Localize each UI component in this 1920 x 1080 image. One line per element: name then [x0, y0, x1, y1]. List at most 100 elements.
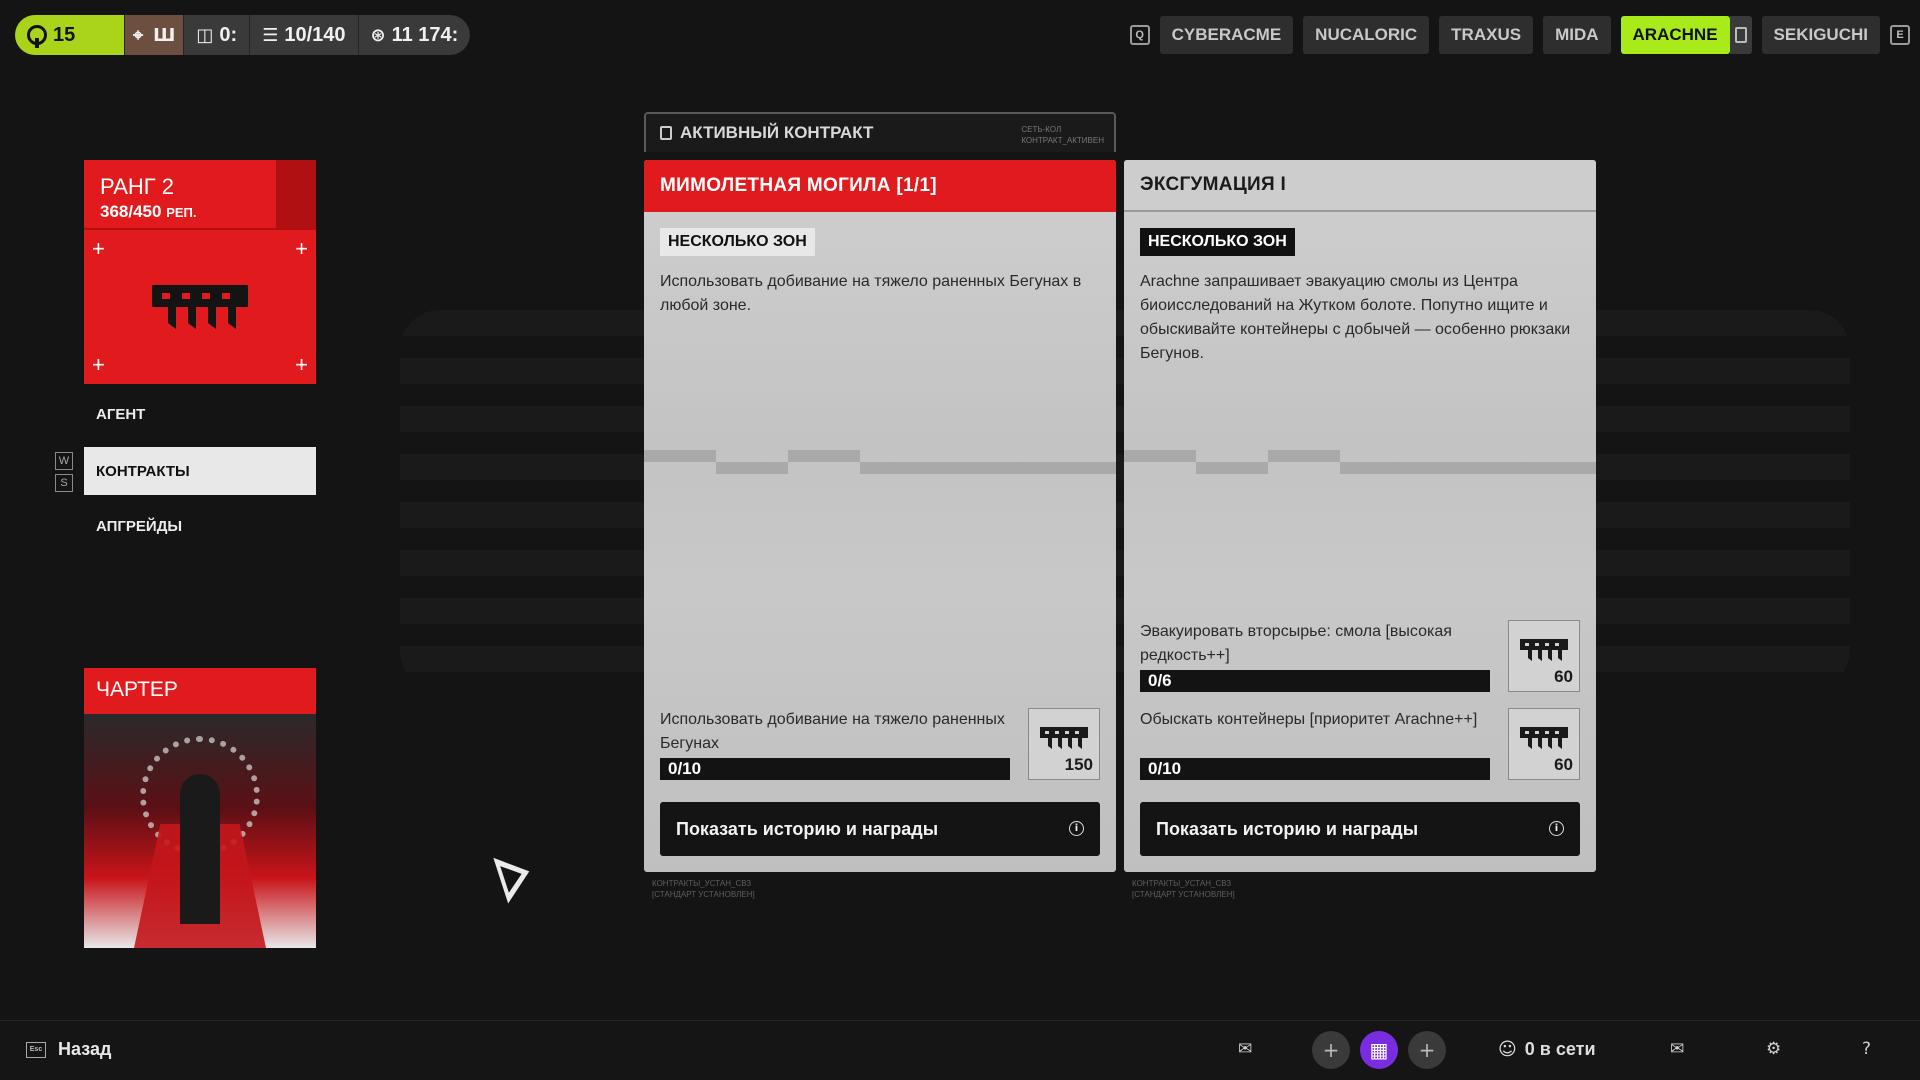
rank-card: РАНГ 2 368/450 РЕП. + + + +	[84, 160, 316, 384]
faction-tab-mida[interactable]: MIDA	[1543, 16, 1611, 54]
contract-task: Использовать добивание на тяжело раненны…	[660, 708, 1100, 780]
level-value: 15	[53, 23, 76, 46]
settings-gear-icon[interactable]: ⚙	[1766, 1039, 1781, 1059]
friends-online[interactable]: ☺ 0 в сети	[1498, 1039, 1596, 1060]
active-contract-meta: СЕТЬ-КОЛ КОНТРАКТ_АКТИВЕН	[1021, 124, 1104, 146]
footnote-line: [СТАНДАРТ УСТАНОВЛЕН]	[652, 890, 755, 899]
contract-description: Использовать добивание на тяжело раненны…	[660, 273, 1082, 314]
nav-key-down: S	[55, 474, 73, 492]
bag-stat[interactable]: ◫ 0:	[184, 15, 251, 55]
active-contract-label: АКТИВНЫЙ КОНТРАКТ СЕТЬ-КОЛ КОНТРАКТ_АКТИ…	[644, 112, 1116, 152]
party-slot-empty[interactable]: +	[1312, 1031, 1350, 1069]
show-history-label: Показать историю и награды	[1156, 818, 1419, 839]
nav-key-up: W	[55, 452, 73, 470]
arachne-logo-icon	[1520, 639, 1568, 661]
faction-tab-cyberacme[interactable]: CYBERACME	[1159, 16, 1294, 54]
card-footnote: КОНТРАКТЫ_УСТАН_СВЗ [СТАНДАРТ УСТАНОВЛЕН…	[652, 878, 755, 900]
reward-box: 60	[1508, 708, 1580, 780]
credits-icon: ⊛	[370, 24, 386, 46]
rank-emblem: + + + +	[84, 230, 316, 384]
prev-faction-key[interactable]: Q	[1129, 25, 1150, 45]
rank-reputation: 368/450 РЕП.	[100, 202, 300, 222]
loadout-slots[interactable]: ⌖ Ш	[125, 15, 185, 55]
footnote-line: КОНТРАКТЫ_УСТАН_СВЗ	[652, 879, 752, 888]
contract-task: Эвакуировать вторсырье: смола [высокая р…	[1140, 620, 1580, 692]
rank-header: РАНГ 2 368/450 РЕП.	[84, 160, 316, 230]
reward-box: 60	[1508, 620, 1580, 692]
meta-line: КОНТРАКТ_АКТИВЕН	[1021, 136, 1104, 145]
show-history-button[interactable]: Показать историю и награды i	[1140, 802, 1580, 856]
faction-tab-traxus[interactable]: TRAXUS	[1439, 16, 1534, 54]
bag-value: 0:	[219, 23, 238, 46]
nav-agent[interactable]: АГЕНТ	[84, 390, 316, 438]
bag-icon: ◫	[196, 24, 214, 46]
task-text: Обыскать контейнеры [приоритет Arachne++…	[1140, 711, 1478, 728]
esc-key: Esc	[26, 1041, 46, 1058]
meta-line: СЕТЬ-КОЛ	[1021, 125, 1062, 134]
crosshair-icon: ⌖	[133, 24, 144, 46]
faction-tabs: Q CYBERACME NUCALORIC TRAXUS MIDA ARACHN…	[1129, 15, 1910, 55]
glitch-decoration	[644, 450, 1116, 486]
credits-stat[interactable]: ⊛ 11 174:	[358, 15, 471, 55]
arachne-small-icon: Ш	[153, 24, 176, 46]
show-history-label: Показать историю и награды	[676, 818, 939, 839]
show-history-button[interactable]: Показать историю и награды i	[660, 802, 1100, 856]
mouse-cursor-icon	[493, 848, 537, 904]
faction-info-button[interactable]	[1729, 16, 1752, 54]
active-contract-title: АКТИВНЫЙ КОНТРАКТ	[680, 123, 874, 142]
chat-icon[interactable]: ✉	[1238, 1039, 1252, 1059]
corner-plus-icon: +	[295, 352, 308, 377]
reward-value: 60	[1554, 667, 1573, 686]
arachne-logo-icon	[1040, 727, 1088, 749]
reward-value: 60	[1554, 755, 1573, 774]
footnote-line: КОНТРАКТЫ_УСТАН_СВЗ	[1132, 879, 1232, 888]
friends-icon: ☺	[1498, 1039, 1517, 1060]
task-text: Использовать добивание на тяжело раненны…	[660, 711, 1005, 752]
info-icon: i	[1069, 821, 1084, 836]
contract-card[interactable]: МИМОЛЕТНАЯ МОГИЛА [1/1] НЕСКОЛЬКО ЗОН Ис…	[644, 160, 1116, 872]
nav-contracts[interactable]: КОНТРАКТЫ	[84, 447, 316, 495]
faction-tab-arachne[interactable]: ARACHNE	[1620, 16, 1730, 54]
contract-title: ЭКСГУМАЦИЯ I	[1124, 160, 1596, 212]
contract-title: МИМОЛЕТНАЯ МОГИЛА [1/1]	[644, 160, 1116, 212]
nav-key-hints: W S	[55, 452, 73, 492]
zone-tag: НЕСКОЛЬКО ЗОН	[660, 228, 815, 256]
rank-rep-unit: РЕП.	[166, 205, 197, 220]
charter-card[interactable]: ЧАРТЕР	[84, 668, 316, 948]
player-stats: 15 ⌖ Ш ◫ 0: ☰ 10/140 ⊛ 11 174:	[15, 15, 471, 55]
task-progress: 0/6	[1140, 670, 1490, 692]
task-progress: 0/10	[660, 758, 1010, 780]
faction-tab-sekiguchi[interactable]: SEKIGUCHI	[1761, 16, 1880, 54]
nav-upgrades[interactable]: АПГРЕЙДЫ	[84, 502, 316, 550]
level-icon	[27, 25, 47, 48]
footnote-line: [СТАНДАРТ УСТАНОВЛЕН]	[1132, 890, 1235, 899]
corner-plus-icon: +	[92, 352, 105, 377]
glitch-decoration	[1124, 450, 1596, 486]
player-avatar[interactable]: ▦	[1360, 1031, 1398, 1069]
help-icon[interactable]: ?	[1862, 1039, 1871, 1059]
corner-plus-icon: +	[92, 236, 105, 261]
party-slot-empty[interactable]: +	[1408, 1031, 1446, 1069]
mail-icon[interactable]: ✉	[1670, 1039, 1684, 1059]
task-progress: 0/10	[1140, 758, 1490, 780]
info-icon: i	[1549, 821, 1564, 836]
book-icon	[1734, 27, 1747, 43]
faction-tab-nucaloric[interactable]: NUCALORIC	[1303, 16, 1430, 54]
figure-shape	[180, 774, 220, 924]
contract-card[interactable]: ЭКСГУМАЦИЯ I НЕСКОЛЬКО ЗОН Arachne запра…	[1124, 160, 1596, 872]
task-text: Эвакуировать вторсырье: смола [высокая р…	[1140, 623, 1452, 664]
rank-rep-value: 368/450	[100, 202, 162, 221]
contract-description: Arachne запрашивает эвакуацию смолы из Ц…	[1140, 273, 1571, 362]
contract-task: Обыскать контейнеры [приоритет Arachne++…	[1140, 708, 1580, 780]
back-button[interactable]: Esc Назад	[26, 1039, 111, 1060]
inventory-value: 10/140	[284, 23, 346, 46]
credits-value: 11 174:	[391, 23, 459, 46]
arachne-logo-icon	[1520, 727, 1568, 749]
level-badge[interactable]: 15	[15, 15, 125, 55]
reward-box: 150	[1028, 708, 1100, 780]
inventory-icon: ☰	[262, 24, 279, 46]
inventory-stat[interactable]: ☰ 10/140	[250, 15, 359, 55]
corner-plus-icon: +	[295, 236, 308, 261]
contract-icon	[660, 126, 672, 140]
next-faction-key[interactable]: E	[1890, 25, 1910, 45]
